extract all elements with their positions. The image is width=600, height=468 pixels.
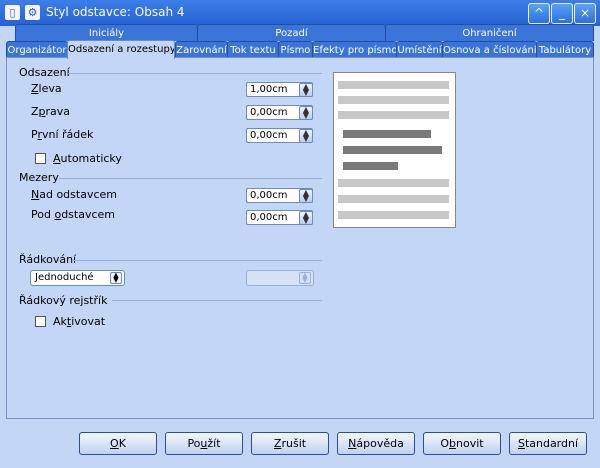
minimize-button[interactable]: _ [551, 3, 573, 24]
indent-right-label: Zprava [31, 105, 71, 118]
indent-first-value[interactable]: 0,00cm [250, 129, 288, 142]
indent-left-value[interactable]: 1,00cm [250, 83, 288, 96]
tab-alignment[interactable]: Zarovnání [175, 41, 228, 58]
activate-checkbox[interactable] [35, 316, 46, 327]
preview-line [338, 111, 449, 119]
preview-line-current [343, 146, 442, 154]
space-above-value[interactable]: 0,00cm [250, 189, 288, 202]
space-below-value[interactable]: 0,00cm [250, 211, 288, 224]
spinner-arrows-icon[interactable]: ▲ ▼ [299, 211, 313, 225]
chevron-updown-icon[interactable]: ▲ ▼ [110, 272, 122, 284]
line-spacing-heading: Řádkování [19, 253, 77, 266]
tab-tabs[interactable]: Tabulátory [536, 41, 594, 58]
indent-heading: Odsazení [19, 66, 70, 79]
tab-font[interactable]: Písmo [278, 41, 313, 58]
spinner-arrows-icon[interactable]: ▲ ▼ [299, 189, 313, 203]
spacing-divider [59, 178, 322, 179]
ok-button[interactable]: OK [79, 432, 157, 455]
spacing-heading: Mezery [19, 171, 59, 184]
close-button[interactable]: × [574, 3, 596, 24]
line-spacing-divider [72, 260, 322, 261]
activate-label: Aktivovat [53, 315, 106, 328]
tab-organizer[interactable]: Organizátor [6, 41, 68, 58]
chevron-updown-icon: ▲ ▼ [299, 272, 311, 284]
indent-left-spinner[interactable]: 1,00cm ▲ ▼ [246, 82, 313, 97]
apply-button[interactable]: Použít [165, 432, 243, 455]
preview-line-current [343, 130, 431, 138]
space-above-label: Nad odstavcem [31, 188, 117, 201]
preview-line [338, 96, 449, 104]
tab-font-effects[interactable]: Efekty pro písmo [312, 41, 397, 58]
auto-checkbox[interactable] [35, 153, 46, 164]
indent-first-label: První řádek [31, 128, 94, 141]
spinner-arrows-icon[interactable]: ▲ ▼ [299, 106, 313, 120]
tab-initials[interactable]: Iniciály [15, 24, 198, 41]
preview-line-current [343, 162, 398, 170]
line-spacing-select[interactable]: Jednoduché ▲ ▼ [30, 270, 125, 286]
tab-outline-numbering[interactable]: Osnova a číslování [442, 41, 537, 58]
paragraph-preview [333, 72, 456, 228]
tab-background[interactable]: Pozadí [197, 24, 386, 41]
help-button[interactable]: Nápověda [337, 432, 415, 455]
line-spacing-value[interactable]: Jednoduché [35, 271, 94, 285]
window-title: Styl odstavce: Obsah 4 [46, 5, 185, 19]
help-window-button[interactable]: ^ [528, 3, 550, 24]
register-heading: Řádkový rejstřík [19, 294, 108, 307]
title-bar: ▯ ⚙ Styl odstavce: Obsah 4 ^ _ × [0, 0, 600, 26]
gear-icon[interactable]: ⚙ [25, 5, 40, 20]
tab-position[interactable]: Umístění [396, 41, 443, 58]
reset-button[interactable]: Zrušit [251, 432, 329, 455]
spinner-arrows-icon[interactable]: ▲ ▼ [299, 83, 313, 97]
space-above-spinner[interactable]: 0,00cm ▲ ▼ [246, 188, 313, 203]
preview-line [338, 81, 449, 89]
indent-divider [68, 73, 322, 74]
preview-line [338, 179, 449, 187]
space-below-spinner[interactable]: 0,00cm ▲ ▼ [246, 210, 313, 225]
tab-indents-spacing[interactable]: Odsazení a rozestupy [67, 40, 175, 59]
indent-right-value[interactable]: 0,00cm [250, 106, 288, 119]
standard-button[interactable]: Standardní [509, 432, 587, 455]
line-spacing-amount-select: ▲ ▼ [246, 270, 314, 286]
auto-label: Automaticky [53, 152, 122, 165]
preview-line [338, 211, 449, 219]
space-below-label: Pod odstavcem [31, 208, 115, 221]
restore-button[interactable]: Obnovit [423, 432, 501, 455]
spinner-arrows-icon[interactable]: ▲ ▼ [299, 129, 313, 143]
indent-first-spinner[interactable]: 0,00cm ▲ ▼ [246, 128, 313, 143]
tab-text-flow[interactable]: Tok textu [227, 41, 279, 58]
preview-line [338, 195, 449, 203]
tab-borders[interactable]: Ohraničení [385, 24, 594, 41]
indent-left-label: Zleva [31, 82, 62, 95]
indent-right-spinner[interactable]: 0,00cm ▲ ▼ [246, 105, 313, 120]
register-divider [112, 300, 322, 301]
document-icon: ▯ [5, 5, 20, 20]
